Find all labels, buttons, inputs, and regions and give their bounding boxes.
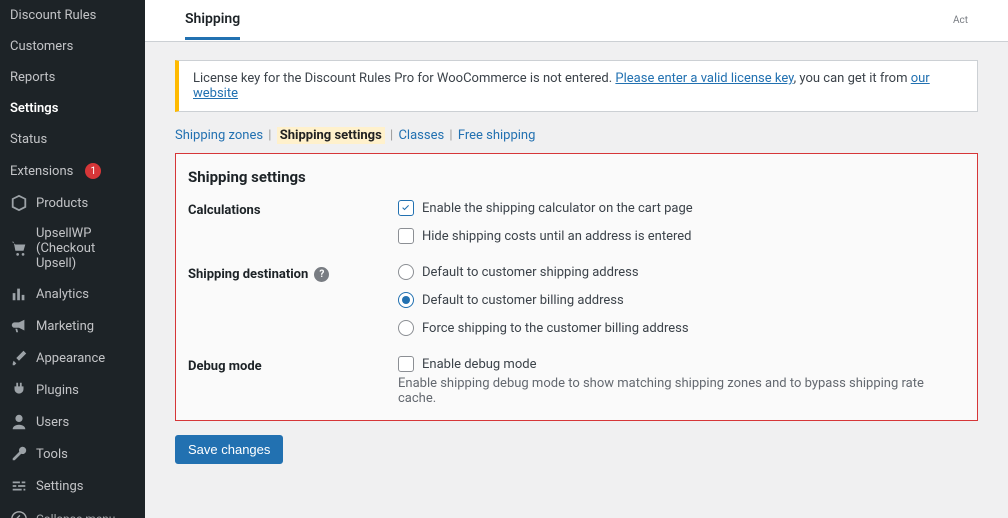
sidebar-item-analytics[interactable]: Analytics [0,278,145,310]
debug-label: Debug mode [188,356,398,406]
sidebar-item-settings[interactable]: Settings [0,93,145,124]
debug-mode-label: Enable debug mode [422,357,536,372]
chart-icon [10,285,28,303]
subnav-shipping-settings[interactable]: Shipping settings [277,127,385,144]
brush-icon [10,349,28,367]
sliders-icon [10,477,28,495]
calculations-label: Calculations [188,200,398,244]
help-icon[interactable]: ? [314,267,329,282]
destination-label: Shipping destination [188,267,308,282]
megaphone-icon [10,317,28,335]
shipping-address-label: Default to customer shipping address [422,265,639,280]
radio-force-billing[interactable] [398,320,414,336]
sidebar-item-users[interactable]: Users [0,406,145,438]
hide-costs-label: Hide shipping costs until an address is … [422,229,692,244]
sidebar-item-reports[interactable]: Reports [0,62,145,93]
sidebar-item-customers[interactable]: Customers [0,31,145,62]
enable-calculator-label: Enable the shipping calculator on the ca… [422,201,693,216]
enter-license-link[interactable]: Please enter a valid license key [615,71,793,86]
sidebar-item-discount-rules[interactable]: Discount Rules [0,0,145,31]
sidebar-item-marketing[interactable]: Marketing [0,310,145,342]
debug-description: Enable shipping debug mode to show match… [398,376,965,406]
checkbox-debug-mode[interactable] [398,356,414,372]
collapse-icon [10,510,28,518]
cart-icon [10,240,28,258]
admin-sidebar: Discount Rules Customers Reports Setting… [0,0,145,518]
billing-address-label: Default to customer billing address [422,293,624,308]
checkbox-enable-calculator[interactable] [398,200,414,216]
subnav-shipping-zones[interactable]: Shipping zones [175,128,263,143]
plug-icon [10,381,28,399]
sub-navigation: Shipping zones | Shipping settings | Cla… [175,128,978,143]
sidebar-item-tools[interactable]: Tools [0,438,145,470]
collapse-menu[interactable]: Collapse menu [0,502,145,518]
sidebar-item-wp-settings[interactable]: Settings [0,470,145,502]
sidebar-item-products[interactable]: Products [0,187,145,219]
activate-hint: Act [953,15,968,26]
license-notice: License key for the Discount Rules Pro f… [175,60,978,112]
box-icon [10,194,28,212]
sidebar-item-extensions[interactable]: Extensions1 [0,155,145,187]
radio-billing-address[interactable] [398,292,414,308]
user-icon [10,413,28,431]
extensions-badge: 1 [85,163,101,179]
force-billing-label: Force shipping to the customer billing a… [422,321,689,336]
wrench-icon [10,445,28,463]
sidebar-item-plugins[interactable]: Plugins [0,374,145,406]
checkbox-hide-costs[interactable] [398,228,414,244]
radio-shipping-address[interactable] [398,264,414,280]
tab-shipping[interactable]: Shipping [185,1,240,40]
subnav-classes[interactable]: Classes [398,128,444,143]
sidebar-item-upsellwp[interactable]: UpsellWP (Checkout Upsell) [0,219,145,278]
sidebar-item-appearance[interactable]: Appearance [0,342,145,374]
panel-title: Shipping settings [188,168,965,186]
shipping-settings-panel: Shipping settings Calculations Enable th… [175,153,978,421]
subnav-free-shipping[interactable]: Free shipping [458,128,536,143]
save-button[interactable]: Save changes [175,435,283,464]
page-tabbar: Shipping Act [145,0,1008,42]
sidebar-item-status[interactable]: Status [0,124,145,155]
